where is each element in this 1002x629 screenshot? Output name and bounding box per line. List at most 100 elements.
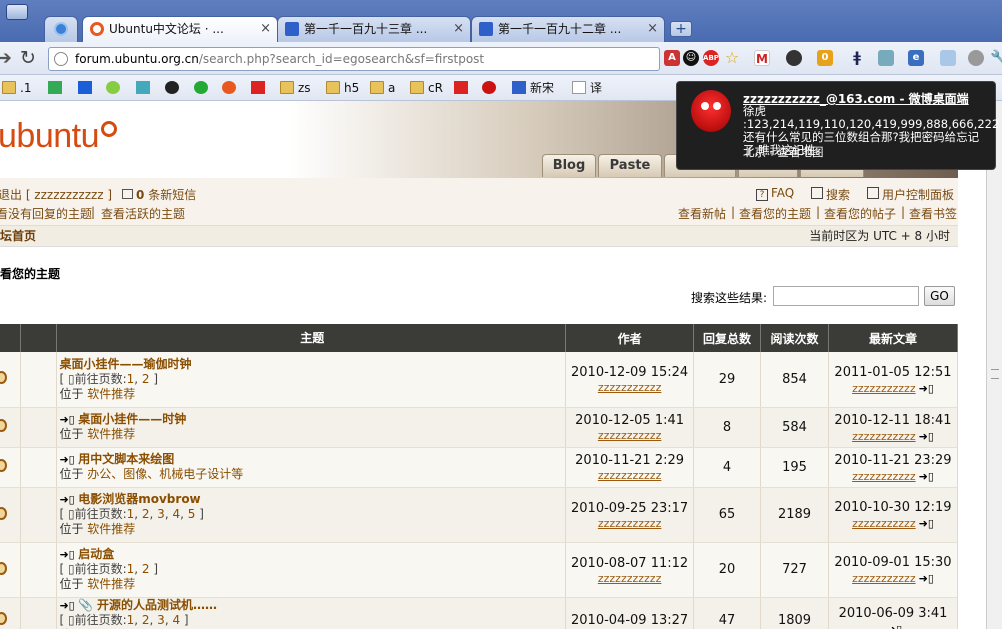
bookmark-folder[interactable]: cR [410, 79, 443, 97]
category-link[interactable]: 软件推荐 [87, 577, 135, 591]
ubuntu-logo[interactable]: ubuntu [0, 117, 117, 156]
author-link[interactable]: zzzzzzzzzzz [566, 517, 693, 530]
page-link[interactable]: 1 [127, 372, 135, 386]
bookmark-item[interactable] [106, 79, 120, 97]
new-tab-button[interactable]: + [670, 21, 692, 37]
forward-arrow-icon[interactable]: ➔ [0, 47, 12, 69]
goto-newest-icon[interactable]: ➜▯ [59, 599, 78, 612]
globe-ext-icon[interactable] [968, 50, 984, 66]
your-posts-link[interactable]: 查看您的帖子 [824, 205, 896, 222]
topic-title-link[interactable]: 桌面小挂件——时钟 [78, 412, 186, 426]
bookmark-item[interactable] [78, 79, 92, 97]
pm-link[interactable]: 0 条新短信 [122, 186, 196, 203]
go-button[interactable]: GO [924, 286, 955, 306]
goto-last-post-icon[interactable]: ➜▯ [919, 430, 934, 443]
topic-title-link[interactable]: 电影浏览器movbrow [78, 492, 200, 506]
scroll-grip[interactable] [991, 369, 999, 379]
ie-tab-icon[interactable]: e [908, 50, 924, 66]
page-link[interactable]: 2 [142, 507, 150, 521]
bookmark-folder[interactable]: h5 [326, 79, 359, 97]
bookmark-item[interactable] [48, 79, 62, 97]
goto-newest-icon[interactable]: ➜▯ [59, 453, 78, 466]
star-icon[interactable]: ☆ [724, 50, 740, 66]
tab-chapter-1192[interactable]: 第一千一百九十二章 ... × [471, 16, 665, 42]
topic-title-link[interactable]: 开源的人品测试机…… [97, 598, 217, 612]
last-author-link[interactable]: zzzzzzzzzzz [852, 517, 916, 530]
last-author-link[interactable]: zzzzzzzzzzz [852, 572, 916, 585]
ucp-link[interactable]: 用户控制面板 [867, 186, 954, 203]
adblock-smiley-icon[interactable]: ☺ [683, 50, 699, 66]
logout-link[interactable]: 退出 [ zzzzzzzzzzz ] [0, 186, 112, 203]
abp-icon[interactable]: ABP [703, 50, 719, 66]
wrench-icon[interactable]: 🔧 [990, 50, 1002, 66]
bookmark-item[interactable] [454, 79, 468, 97]
bookmark-item[interactable] [482, 79, 496, 97]
author-link[interactable]: zzzzzzzzzzz [566, 572, 693, 585]
page-link[interactable]: 1 [127, 613, 135, 627]
tab-chapter-1193[interactable]: 第一千一百九十三章 ... × [277, 16, 471, 42]
window-menu-button[interactable] [6, 4, 28, 20]
category-link[interactable]: 软件推荐 [87, 387, 135, 401]
page-link[interactable]: 4 [172, 613, 180, 627]
page-link[interactable]: 1 [127, 507, 135, 521]
bookmark-item[interactable] [136, 79, 150, 97]
goto-last-post-icon[interactable]: ➜▯ [919, 572, 934, 585]
topic-title-link[interactable]: 用中文脚本来绘图 [78, 452, 174, 466]
tab-ubuntu-forum[interactable]: Ubuntu中文论坛 · ... × [82, 16, 278, 42]
last-author-link[interactable]: zzzzzzzzzzz [852, 430, 916, 443]
goto-newest-icon[interactable]: ➜▯ [59, 548, 78, 561]
author-link[interactable]: zzzzzzzzzzz [566, 469, 693, 482]
last-author-link[interactable]: zzzzzzzzzzz [852, 382, 916, 395]
page-link[interactable]: 2 [142, 613, 150, 627]
goto-newest-icon[interactable]: ➜▯ [59, 493, 78, 506]
address-bar[interactable]: forum.ubuntu.org.cn/search.php?search_id… [48, 47, 660, 71]
translate-icon[interactable]: A [664, 50, 680, 66]
goto-last-post-icon[interactable]: ➜▯ [919, 382, 934, 395]
nav-tab-blog[interactable]: Blog [542, 154, 596, 177]
goto-last-post-icon[interactable]: ➜▯ [887, 623, 902, 629]
bookmark-folder[interactable]: .1 [2, 79, 31, 97]
page-link[interactable]: 5 [188, 507, 196, 521]
page-link[interactable]: 2 [142, 562, 150, 576]
author-link[interactable]: zzzzzzzzzzz [566, 429, 693, 442]
faq-link[interactable]: ? FAQ [756, 186, 794, 201]
weibo-notify-icon[interactable]: 0 [817, 50, 833, 66]
page-link[interactable]: 1 [127, 562, 135, 576]
mask-icon[interactable] [786, 50, 802, 66]
category-link[interactable]: 软件推荐 [87, 427, 135, 441]
author-link[interactable]: zzzzzzzzzzz [566, 381, 693, 394]
your-topics-link[interactable]: 查看您的主题 [739, 205, 811, 222]
goto-last-post-icon[interactable]: ➜▯ [919, 470, 934, 483]
bookmark-item[interactable] [251, 79, 265, 97]
bookmark-item[interactable] [165, 79, 179, 97]
gmail-icon[interactable]: M [754, 50, 770, 66]
last-author-link[interactable]: zzzzzzzzzzz [852, 470, 916, 483]
bookmark-item[interactable]: 新宋 [512, 79, 554, 97]
bookmark-folder[interactable]: zs [280, 79, 311, 97]
bookmark-item[interactable] [222, 79, 236, 97]
topic-title-link[interactable]: 启动盒 [78, 547, 114, 561]
category-link[interactable]: 软件推荐 [87, 522, 135, 536]
page-link[interactable]: 2 [142, 372, 150, 386]
weibo-notification[interactable]: zzzzzzzzzzz_@163.com - 微博桌面端 徐虎 :123,214… [676, 81, 999, 170]
close-icon[interactable]: × [453, 17, 464, 41]
mic-icon[interactable]: ǂ [849, 50, 865, 66]
bookmarks-link[interactable]: 查看书签 [909, 205, 957, 222]
extension-icon[interactable] [878, 50, 894, 66]
tab-pinned[interactable] [44, 16, 78, 42]
page-link[interactable]: 4 [172, 507, 180, 521]
forum-home-link[interactable]: 坛首页 [0, 226, 36, 246]
new-posts-link[interactable]: 查看新帖 [678, 205, 726, 222]
search-link[interactable]: 搜索 [811, 186, 850, 203]
notification-location[interactable]: 北京 - 查看地图 [743, 144, 823, 160]
page-link[interactable]: 3 [157, 507, 165, 521]
search-results-input[interactable] [773, 286, 919, 306]
vertical-scrollbar[interactable] [986, 101, 1002, 629]
bookmark-item[interactable] [194, 79, 208, 97]
bookmark-folder[interactable]: a [370, 79, 395, 97]
nav-tab-paste[interactable]: Paste [598, 154, 662, 177]
active-topics-link[interactable]: 查看活跃的主题 [101, 205, 185, 222]
unanswered-link[interactable]: 看没有回复的主题 [0, 205, 92, 222]
reload-icon[interactable]: ↻ [20, 47, 36, 69]
goto-last-post-icon[interactable]: ➜▯ [919, 517, 934, 530]
